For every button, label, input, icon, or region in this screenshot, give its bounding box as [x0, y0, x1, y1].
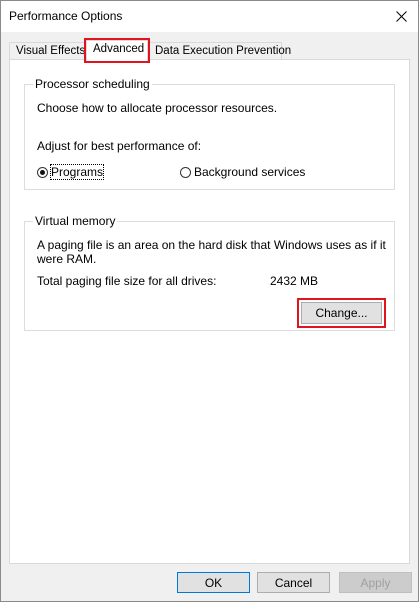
processor-scheduling-label: Processor scheduling [33, 77, 152, 91]
virtual-memory-group: Virtual memory A paging file is an area … [24, 214, 395, 331]
title-bar: Performance Options [1, 1, 418, 32]
radio-background-services[interactable]: Background services [180, 165, 305, 179]
total-paging-label: Total paging file size for all drives: [37, 274, 217, 288]
radio-programs[interactable]: Programs [37, 164, 105, 180]
change-button[interactable]: Change... [301, 302, 382, 324]
total-paging-value: 2432 MB [270, 274, 319, 288]
close-icon [395, 10, 407, 22]
performance-options-window: Performance Options Visual Effects Advan… [0, 0, 419, 602]
processor-description: Choose how to allocate processor resourc… [37, 101, 278, 115]
tab-label: Visual Effects [16, 45, 86, 57]
ok-button-label: OK [204, 575, 223, 590]
apply-button-label: Apply [360, 575, 391, 590]
virtual-memory-description: A paging file is an area on the hard dis… [37, 238, 386, 266]
tab-data-execution-prevention[interactable]: Data Execution Prevention [148, 42, 291, 59]
change-button-highlight: Change... [297, 298, 386, 328]
radio-unchecked-icon [180, 166, 191, 178]
change-button-label: Change... [315, 306, 368, 320]
tab-advanced[interactable]: Advanced [84, 38, 150, 63]
adjust-performance-label: Adjust for best performance of: [37, 139, 202, 153]
window-title: Performance Options [9, 9, 123, 23]
apply-button[interactable]: Apply [339, 572, 412, 593]
close-button[interactable] [388, 4, 414, 28]
radio-background-services-label: Background services [194, 165, 306, 179]
radio-programs-label: Programs [49, 164, 105, 180]
processor-scheduling-group: Processor scheduling Choose how to alloc… [24, 77, 395, 190]
virtual-memory-label: Virtual memory [33, 214, 118, 228]
cancel-button-label: Cancel [274, 575, 313, 590]
tab-label: Data Execution Prevention [155, 45, 292, 57]
cancel-button[interactable]: Cancel [257, 572, 330, 593]
advanced-panel: Processor scheduling Choose how to alloc… [9, 59, 410, 564]
ok-button[interactable]: OK [177, 572, 250, 593]
radio-checked-icon [37, 166, 48, 178]
tab-visual-effects[interactable]: Visual Effects [9, 42, 85, 59]
tab-label: Advanced [93, 43, 145, 55]
